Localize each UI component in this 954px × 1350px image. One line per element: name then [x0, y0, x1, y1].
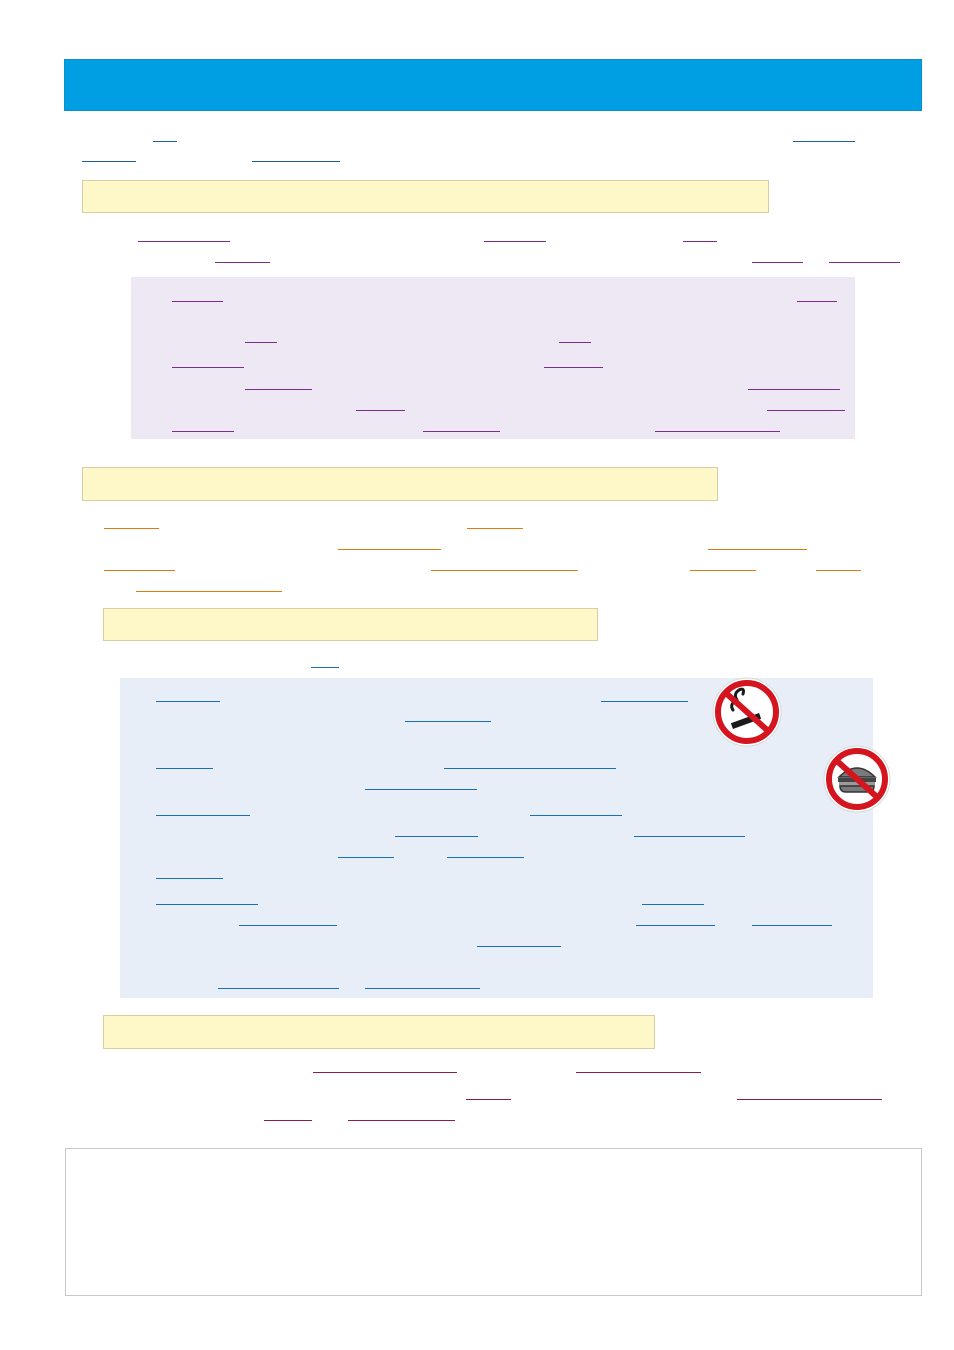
bp-link-15[interactable] — [642, 904, 704, 905]
section-heading-1 — [82, 180, 769, 213]
s2-link-1[interactable] — [104, 528, 159, 529]
pp-link-8[interactable] — [748, 389, 840, 390]
s1-link-4[interactable] — [215, 262, 270, 263]
no-smoking-icon — [712, 677, 782, 747]
footer-box — [65, 1148, 922, 1296]
ss2-link-3[interactable] — [466, 1099, 511, 1100]
bp-link-3[interactable] — [405, 721, 491, 722]
pp-link-12[interactable] — [423, 431, 500, 432]
pp-link-7[interactable] — [245, 389, 312, 390]
ss1-link-1[interactable] — [311, 667, 339, 668]
bp-link-2[interactable] — [601, 701, 688, 702]
bp-link-8[interactable] — [530, 815, 622, 816]
s2-link-5[interactable] — [104, 570, 175, 571]
bp-link-7[interactable] — [156, 815, 250, 816]
s2-link-3[interactable] — [338, 549, 441, 550]
bp-link-18[interactable] — [752, 925, 832, 926]
bp-link-12[interactable] — [447, 857, 524, 858]
pp-link-11[interactable] — [172, 431, 234, 432]
bp-link-14[interactable] — [156, 904, 258, 905]
pp-link-13[interactable] — [655, 431, 780, 432]
s2-link-4[interactable] — [708, 549, 807, 550]
intro-link-1[interactable] — [153, 141, 177, 142]
info-panel-purple — [131, 277, 855, 439]
s2-link-8[interactable] — [816, 570, 861, 571]
s1-link-2[interactable] — [484, 241, 546, 242]
s2-link-2[interactable] — [467, 528, 523, 529]
pp-link-2[interactable] — [797, 301, 837, 302]
ss2-link-5[interactable] — [264, 1120, 312, 1121]
s2-link-9[interactable] — [136, 591, 282, 592]
bp-link-17[interactable] — [636, 925, 715, 926]
bp-link-19[interactable] — [477, 946, 561, 947]
pp-link-3[interactable] — [245, 342, 277, 343]
ss2-link-6[interactable] — [348, 1120, 455, 1121]
bp-link-13[interactable] — [156, 878, 223, 879]
bp-link-6[interactable] — [365, 789, 477, 790]
bp-link-20[interactable] — [218, 988, 339, 989]
pp-link-5[interactable] — [172, 367, 244, 368]
ss2-link-2[interactable] — [576, 1072, 701, 1073]
bp-link-1[interactable] — [156, 701, 220, 702]
bp-link-16[interactable] — [239, 925, 337, 926]
bp-link-21[interactable] — [365, 988, 480, 989]
bp-link-11[interactable] — [338, 857, 394, 858]
subsection-heading-1 — [103, 608, 598, 641]
ss2-link-4[interactable] — [737, 1099, 882, 1100]
pp-link-6[interactable] — [544, 367, 603, 368]
s1-link-5[interactable] — [752, 262, 803, 263]
no-food-icon — [823, 745, 891, 813]
s1-link-3[interactable] — [683, 241, 717, 242]
header-banner — [64, 59, 922, 111]
pp-link-4[interactable] — [559, 342, 591, 343]
pp-link-9[interactable] — [356, 410, 405, 411]
bp-link-4[interactable] — [156, 768, 213, 769]
subsection-heading-2 — [103, 1015, 655, 1049]
bp-link-5[interactable] — [444, 768, 616, 769]
bp-link-10[interactable] — [634, 836, 745, 837]
pp-link-1[interactable] — [172, 301, 223, 302]
intro-link-2[interactable] — [793, 141, 855, 142]
intro-link-4[interactable] — [252, 161, 340, 162]
pp-link-10[interactable] — [767, 410, 845, 411]
section-heading-2 — [82, 467, 718, 501]
s2-link-6[interactable] — [431, 570, 578, 571]
s1-link-6[interactable] — [829, 262, 900, 263]
bp-link-9[interactable] — [395, 836, 478, 837]
ss2-link-1[interactable] — [313, 1072, 457, 1073]
s2-link-7[interactable] — [690, 570, 756, 571]
s1-link-1[interactable] — [138, 241, 230, 242]
intro-link-3[interactable] — [82, 161, 136, 162]
